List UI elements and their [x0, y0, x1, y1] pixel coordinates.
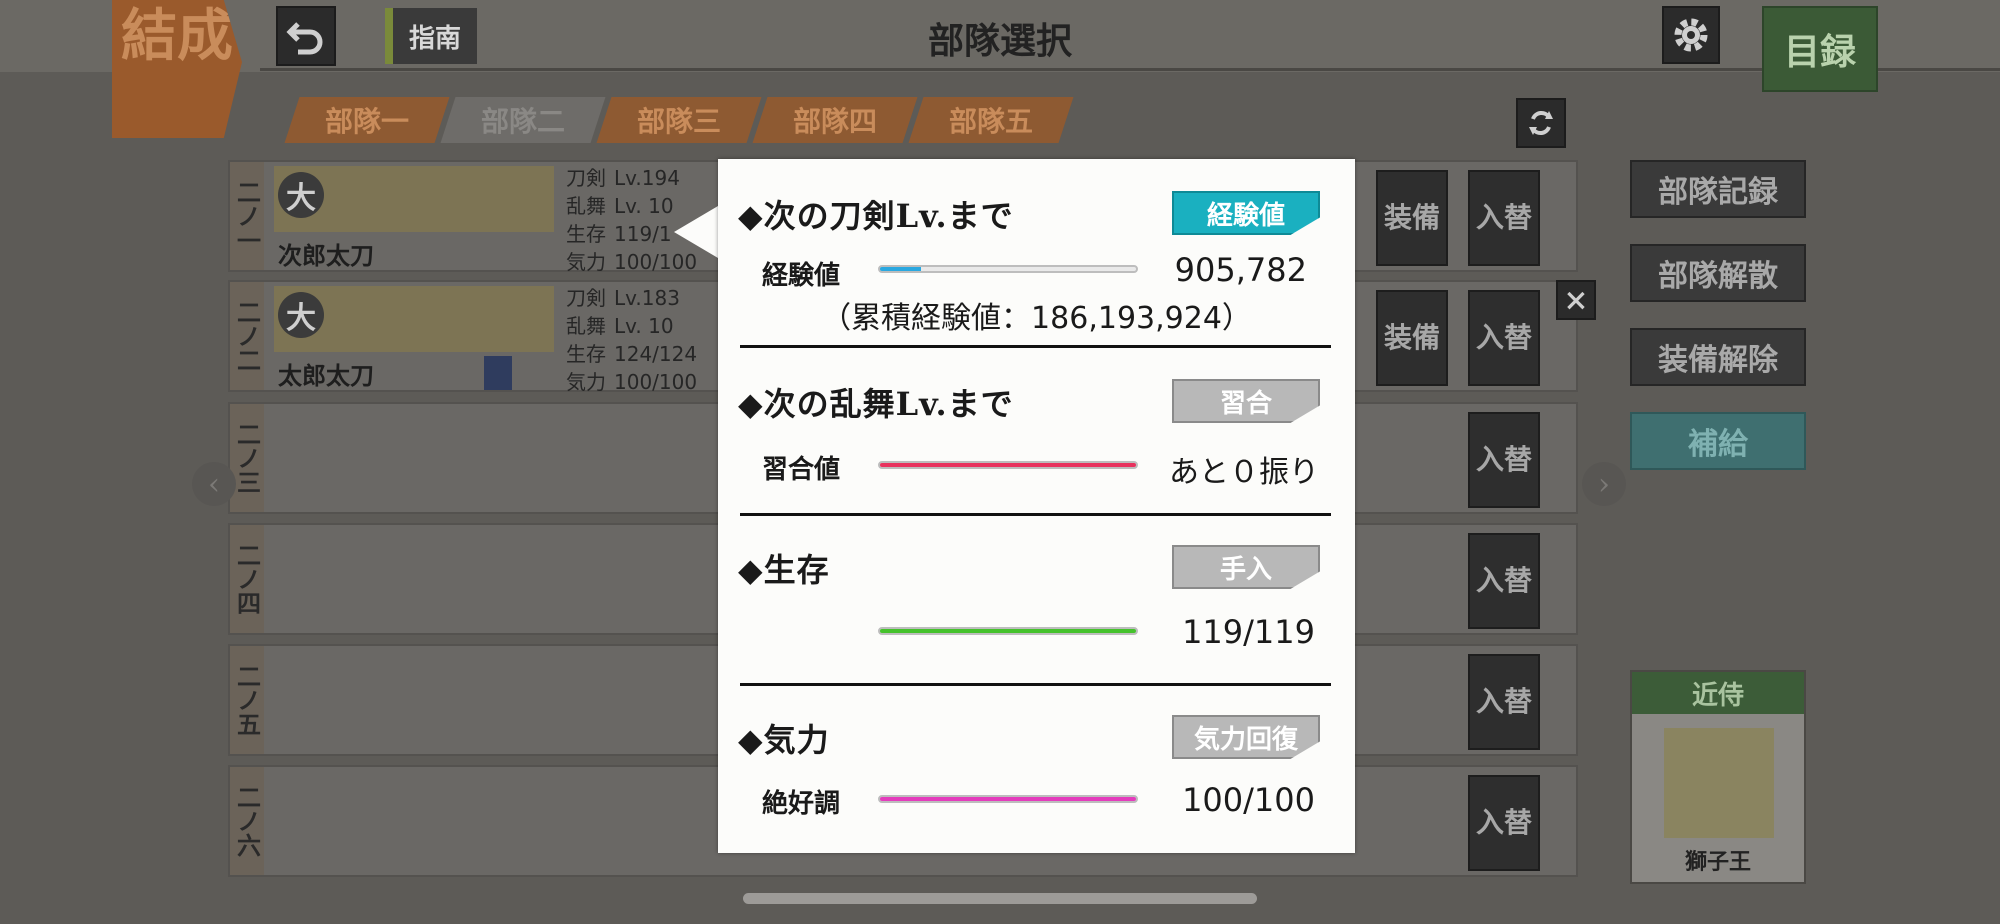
- fusion-button[interactable]: 習合: [1172, 379, 1320, 423]
- home-indicator[interactable]: [743, 893, 1257, 904]
- survival-heading: ◆生存: [738, 551, 830, 589]
- fusion-value: あと０振り: [1169, 455, 1319, 490]
- next-arrow-icon[interactable]: ›: [1582, 462, 1626, 506]
- experience-label: 経験値: [762, 261, 841, 291]
- stat-label: 生存: [566, 342, 606, 366]
- stat-label: 気力: [566, 250, 606, 274]
- stat-label: 気力: [566, 370, 606, 394]
- close-icon[interactable]: ×: [1556, 280, 1596, 320]
- stat-value: 124/124: [614, 342, 698, 366]
- refresh-icon: [1529, 111, 1553, 135]
- swap-button[interactable]: 入替: [1468, 775, 1540, 871]
- attendant-portrait: [1664, 728, 1774, 838]
- swap-button[interactable]: 入替: [1468, 170, 1540, 266]
- survival-value: 119/119: [1182, 613, 1315, 651]
- slot-label: 二ノ四: [230, 525, 264, 633]
- tab-team-3[interactable]: 部隊三: [596, 97, 762, 143]
- equip-button[interactable]: 装備: [1376, 170, 1448, 266]
- survival-bar-fill: [880, 629, 1136, 633]
- swap-button[interactable]: 入替: [1468, 654, 1540, 750]
- swap-button[interactable]: 入替: [1468, 412, 1540, 508]
- sword-portrait: 大: [274, 286, 554, 352]
- stat-value: Lv.194: [614, 166, 680, 190]
- sword-name: 次郎太刀: [278, 241, 374, 270]
- unequip-button[interactable]: 装備解除: [1630, 328, 1806, 386]
- page-title: 部隊選択: [927, 20, 1072, 62]
- stat-value: 100/100: [614, 370, 698, 394]
- attendant-name: 獅子王: [1684, 849, 1751, 875]
- experience-bar: [878, 265, 1138, 273]
- gear-icon: [1674, 18, 1708, 52]
- section-divider: [740, 345, 1331, 348]
- tab-team-5[interactable]: 部隊五: [908, 97, 1074, 143]
- tab-label: 部隊五: [948, 105, 1033, 138]
- ranbu-level-heading: ◆次の乱舞Lv.まで: [738, 385, 1014, 423]
- top-bar-line: [260, 68, 2000, 71]
- repair-button[interactable]: 手入: [1172, 545, 1320, 589]
- survival-bar: [878, 627, 1138, 635]
- mode-label: 結成: [112, 0, 242, 138]
- swap-button[interactable]: 入替: [1468, 533, 1540, 629]
- section-divider: [740, 683, 1331, 686]
- morale-bar-fill: [880, 797, 1136, 801]
- catalog-button[interactable]: 目録: [1762, 6, 1878, 92]
- tab-label: 部隊一: [324, 105, 409, 138]
- experience-bar-fill: [880, 267, 921, 271]
- tab-label: 部隊三: [636, 105, 721, 138]
- fusion-bar-fill: [880, 463, 1136, 467]
- status-popup: ◆次の刀剣Lv.まで 経験値 経験値 905,782 （累積経験値：186,19…: [718, 159, 1355, 853]
- morale-label: 絶好調: [762, 789, 841, 819]
- morale-value: 100/100: [1182, 781, 1315, 819]
- slot-label: 二ノ一: [230, 162, 264, 270]
- tab-team-1[interactable]: 部隊一: [284, 97, 450, 143]
- swap-button[interactable]: 入替: [1468, 290, 1540, 386]
- settings-button[interactable]: [1662, 6, 1720, 64]
- morale-recover-button[interactable]: 気力回復: [1172, 715, 1320, 759]
- prev-arrow-icon[interactable]: ‹: [192, 462, 236, 506]
- total-experience: （累積経験値：186,193,924）: [821, 301, 1252, 336]
- morale-bar: [878, 795, 1138, 803]
- experience-value: 905,782: [1174, 251, 1307, 289]
- popup-pointer: [674, 206, 718, 258]
- tab-team-4[interactable]: 部隊四: [752, 97, 918, 143]
- sword-portrait: 大: [274, 166, 554, 232]
- sword-type-badge: 大: [278, 172, 324, 218]
- sword-level-heading: ◆次の刀剣Lv.まで: [738, 197, 1014, 235]
- back-icon: [286, 22, 323, 55]
- tab-label: 部隊二: [480, 105, 565, 138]
- slot-label: 二ノ五: [230, 646, 264, 754]
- stat-label: 生存: [566, 222, 606, 246]
- sword-type-badge: 大: [278, 292, 324, 338]
- stat-label: 刀剣: [566, 286, 606, 310]
- supply-button[interactable]: 補給: [1630, 412, 1806, 470]
- bookmark-icon: [484, 356, 512, 390]
- stat-label: 乱舞: [566, 194, 606, 218]
- tab-team-2[interactable]: 部隊二: [440, 97, 606, 143]
- section-divider: [740, 513, 1331, 516]
- stat-value: Lv. 10: [614, 314, 674, 338]
- stat-label: 乱舞: [566, 314, 606, 338]
- slot-label: 二ノ六: [230, 767, 264, 875]
- attendant-panel[interactable]: 近侍 獅子王: [1630, 670, 1806, 884]
- team-record-button[interactable]: 部隊記録: [1630, 160, 1806, 218]
- attendant-title: 近侍: [1632, 672, 1804, 714]
- stat-value: Lv.183: [614, 286, 680, 310]
- guide-button[interactable]: 指南: [385, 8, 477, 64]
- equip-button[interactable]: 装備: [1376, 290, 1448, 386]
- slot-label: 二ノ三: [230, 404, 264, 512]
- team-disband-button[interactable]: 部隊解散: [1630, 244, 1806, 302]
- tab-label: 部隊四: [792, 105, 877, 138]
- back-button[interactable]: [276, 6, 336, 66]
- fusion-label: 習合値: [762, 455, 841, 485]
- experience-button[interactable]: 経験値: [1172, 191, 1320, 235]
- fusion-bar: [878, 461, 1138, 469]
- swap-teams-button[interactable]: [1516, 98, 1566, 148]
- sword-name: 太郎太刀: [278, 361, 374, 390]
- stat-label: 刀剣: [566, 166, 606, 190]
- slot-label: 二ノ二: [230, 282, 264, 390]
- morale-heading: ◆気力: [738, 721, 830, 759]
